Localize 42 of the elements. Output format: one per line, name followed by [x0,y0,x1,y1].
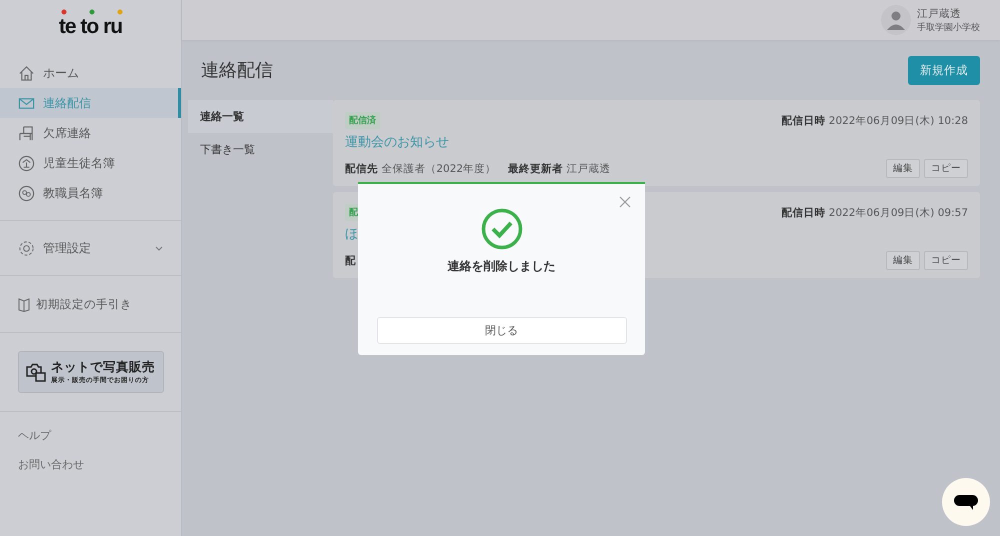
tab[interactable]: 下書き一覧 [188,133,333,166]
new-button[interactable]: 新規作成 [908,56,980,84]
speech-bubble-icon [953,492,979,512]
tab[interactable]: 連絡一覧 [188,100,333,133]
recipients: 配信先 全保護者（2022年度） [345,162,496,176]
circle-icon [18,184,35,202]
dialog-message: 連絡を削除しました [448,258,556,275]
guide-link[interactable]: 初期設定の手引き [0,276,181,333]
camera-icon [25,361,47,383]
status-tag: 配信済 [345,112,380,129]
sidebar-item[interactable]: 児童生徒名簿 [0,148,181,178]
recipients: 配 [345,254,356,268]
sent-datetime: 配信日時 2022年06月09日(木) 09:57 [781,206,968,220]
user-name: 江戸蔵透 [917,6,962,20]
sidebar-link[interactable]: ヘルプ [18,428,163,443]
close-icon[interactable] [619,196,631,208]
school-name: 手取学園小学校 [917,22,980,34]
sidebar-item[interactable]: ホーム [0,58,181,88]
circle-icon [18,154,35,172]
avatar-icon [881,5,911,35]
message-card[interactable]: 配信済 配信日時 2022年06月09日(木) 10:28 運動会のお知らせ 配信先 全保護者（2022年度） 最終更新者 江戸蔵透 編集 コピー [333,100,980,186]
book-icon [18,296,30,312]
action-button[interactable]: コピー [924,251,968,270]
page-title: 連絡配信 [201,59,273,82]
settings-icon [18,240,35,256]
sidebar-item[interactable]: 欠席連絡 [0,118,181,148]
logo: te to ru [58,15,122,39]
chair-icon [18,124,35,142]
settings-menu[interactable]: 管理設定 [0,221,181,276]
action-button[interactable]: コピー [924,159,968,178]
chevron-icon [155,245,163,251]
action-button[interactable]: 編集 [886,251,920,270]
sidebar-item[interactable]: 教職員名簿 [0,178,181,208]
updater: 最終更新者 江戸蔵透 [508,162,610,176]
home-icon [18,64,35,82]
sent-datetime: 配信日時 2022年06月09日(木) 10:28 [781,114,968,128]
action-button[interactable]: 編集 [886,159,920,178]
banner-title: ネットで写真販売 [51,359,155,376]
logo-dots-icon [58,9,122,15]
close-button[interactable]: 閉じる [376,317,626,344]
check-circle-icon [480,208,522,250]
sidebar-link[interactable]: お問い合わせ [18,457,163,472]
